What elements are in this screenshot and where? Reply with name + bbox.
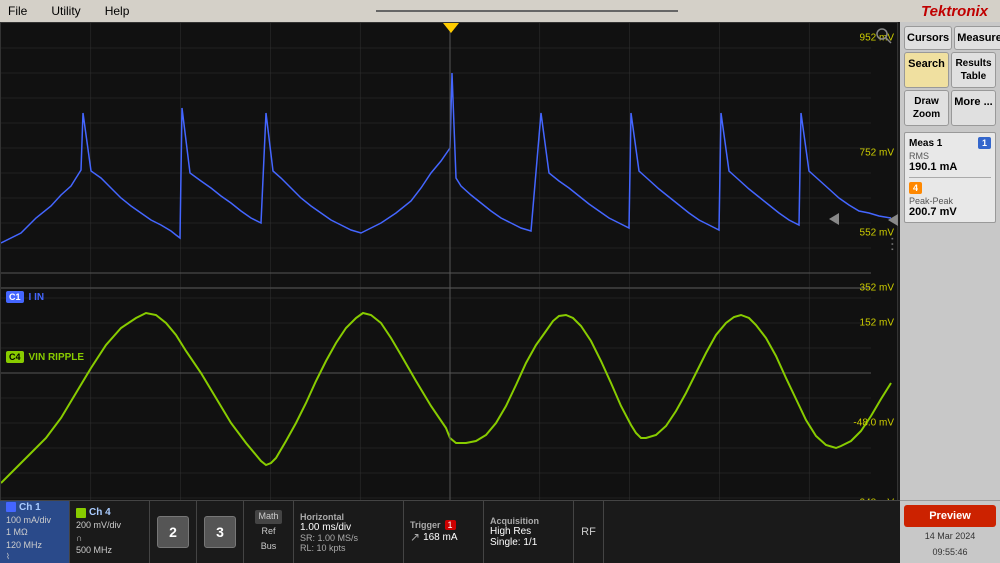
- math-ref-bus-section[interactable]: Math Ref Bus: [244, 501, 294, 563]
- three-dots-indicator: ···: [887, 236, 897, 252]
- trig-title: Trigger: [410, 520, 441, 530]
- more-button[interactable]: More ...: [951, 90, 996, 126]
- results-table-button[interactable]: Results Table: [951, 52, 996, 88]
- ch4-color-dot: [76, 508, 86, 518]
- meas2-channel-badge: 4: [909, 182, 922, 194]
- rf-section[interactable]: RF: [574, 501, 604, 563]
- ref-button[interactable]: Ref: [258, 525, 278, 539]
- ch1-badge: C1: [6, 291, 24, 303]
- trig-value: 168 mA: [423, 532, 457, 543]
- horiz-rl: RL: 10 kpts: [300, 543, 346, 553]
- ch1-color-dot: [6, 502, 16, 512]
- ch1-extra: ⌇: [6, 551, 10, 562]
- trig-slope-icon: ↗: [410, 530, 420, 544]
- acq-mode: High Res: [490, 526, 531, 537]
- meas1-channel-badge: 1: [978, 137, 991, 149]
- ch4-label: Ch 4: [89, 507, 111, 518]
- ch1-bw: 120 MHz: [6, 539, 42, 552]
- acquisition-section[interactable]: Acquisition High Res Single: 1/1: [484, 501, 574, 563]
- bottom-right-panel: Preview 14 Mar 2024 09:55:46: [900, 500, 1000, 563]
- trigger-section[interactable]: Trigger 1 ↗ 168 mA: [404, 501, 484, 563]
- horiz-title: Horizontal: [300, 512, 344, 522]
- ch1-scale: 100 mA/div: [6, 514, 51, 527]
- search-button[interactable]: Search: [904, 52, 949, 88]
- btn2-section[interactable]: 2: [150, 501, 197, 563]
- y-label-752: 752 mV: [860, 148, 894, 159]
- rf-label: RF: [581, 526, 596, 538]
- ch3-button[interactable]: 3: [204, 516, 236, 548]
- horiz-sr: SR: 1.00 MS/s: [300, 533, 358, 543]
- scope-grid: [1, 23, 897, 521]
- ch1-sublabel: I IN: [29, 292, 45, 303]
- scope-search-icon: [876, 28, 892, 49]
- help-menu[interactable]: Help: [101, 2, 134, 20]
- ch4-coupling: ∩: [76, 532, 82, 545]
- horiz-scale: 1.00 ms/div: [300, 522, 351, 533]
- measure-button[interactable]: Measure: [954, 26, 1000, 50]
- meas1-value: 190.1 mA: [909, 161, 991, 173]
- trigger-level-marker: [829, 213, 839, 225]
- tektronix-logo: Tektronix: [921, 3, 996, 20]
- meas1-type: RMS: [909, 151, 991, 161]
- preview-button[interactable]: Preview: [904, 505, 996, 527]
- ch4-badge: C4: [6, 351, 24, 363]
- ch4-bw: 500 MHz: [76, 544, 112, 557]
- utility-menu[interactable]: Utility: [47, 2, 84, 20]
- bus-button[interactable]: Bus: [258, 540, 280, 554]
- ch4-scale: 200 mV/div: [76, 519, 121, 532]
- time-display: 09:55:46: [904, 546, 996, 559]
- right-panel: Cursors Measure Search Results Table Dra…: [900, 22, 1000, 563]
- bottom-bar: Ch 1 100 mA/div 1 MΩ 120 MHz ⌇ Ch 4 200 …: [0, 500, 900, 563]
- cursors-button[interactable]: Cursors: [904, 26, 952, 50]
- trig-badge: 1: [445, 520, 456, 530]
- scope-screen: 952 mV 752 mV 552 mV 352 mV 152 mV -48.0…: [0, 22, 898, 522]
- date-display: 14 Mar 2024: [904, 530, 996, 543]
- draw-zoom-button[interactable]: Draw Zoom: [904, 90, 949, 126]
- y-label-n48: -48.0 mV: [853, 418, 894, 429]
- ch4-sublabel: VIN RIPPLE: [29, 352, 85, 363]
- y-label-152: 152 mV: [860, 318, 894, 329]
- file-menu[interactable]: File: [4, 2, 31, 20]
- btn3-section[interactable]: 3: [197, 501, 244, 563]
- y-label-352: 352 mV: [860, 283, 894, 294]
- ch2-button[interactable]: 2: [157, 516, 189, 548]
- menu-bar: File Utility Help Tektronix: [0, 0, 1000, 22]
- ch4-section[interactable]: Ch 4 200 mV/div ∩ 500 MHz: [70, 501, 150, 563]
- level-arrow: [888, 214, 898, 226]
- acq-state: Single: 1/1: [490, 537, 537, 548]
- acq-title: Acquisition: [490, 516, 539, 526]
- horizontal-section[interactable]: Horizontal 1.00 ms/div SR: 1.00 MS/s RL:…: [294, 501, 404, 563]
- ch1-section[interactable]: Ch 1 100 mA/div 1 MΩ 120 MHz ⌇: [0, 501, 70, 563]
- math-button[interactable]: Math: [255, 510, 281, 524]
- ch1-coupling: 1 MΩ: [6, 526, 28, 539]
- trigger-position-marker: [443, 23, 459, 33]
- measurements-panel: Meas 1 1 RMS 190.1 mA 4 Peak-Peak 200.7 …: [904, 132, 996, 223]
- meas2-value: 200.7 mV: [909, 206, 991, 218]
- meas2-type: Peak-Peak: [909, 196, 991, 206]
- meas1-label: Meas 1: [909, 138, 942, 149]
- ch1-label: Ch 1: [19, 502, 41, 513]
